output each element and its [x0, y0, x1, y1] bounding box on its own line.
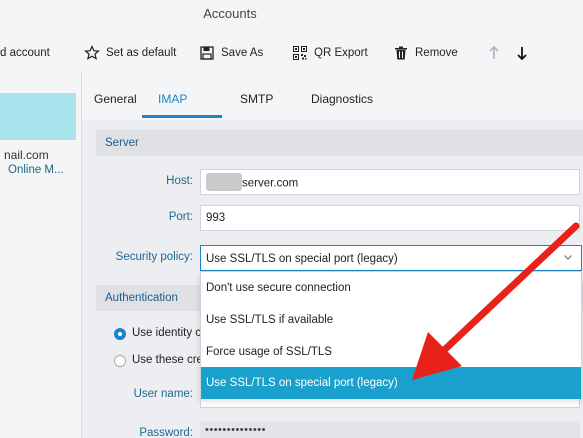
- arrow-down-icon: [517, 47, 527, 61]
- use-credentials-label[interactable]: Use these cre: [132, 354, 203, 366]
- security-policy-select[interactable]: Use SSL/TLS on special port (legacy): [200, 245, 582, 271]
- account-subtitle[interactable]: Online M...: [8, 164, 64, 176]
- account-email[interactable]: nail.com: [4, 148, 49, 162]
- security-policy-label: Security policy:: [115, 251, 193, 263]
- active-tab-indicator: [142, 115, 222, 118]
- remove-button[interactable]: Remove: [393, 44, 458, 62]
- authentication-section-title: Authentication: [105, 292, 178, 304]
- remove-label: Remove: [415, 47, 458, 59]
- host-value: server.com: [242, 177, 299, 190]
- star-icon: [84, 45, 100, 60]
- security-option-legacy-selected[interactable]: Use SSL/TLS on special port (legacy): [201, 367, 581, 399]
- security-policy-value: Use SSL/TLS on special port (legacy): [206, 253, 398, 265]
- tab-smtp[interactable]: SMTP: [240, 92, 273, 106]
- redacted-host-prefix: [206, 173, 242, 191]
- save-icon: [200, 46, 214, 60]
- server-section-header: Server: [96, 130, 583, 156]
- account-list-item-selected[interactable]: [0, 93, 76, 140]
- toolbar: d account Set as default Save As QR Expo…: [0, 38, 583, 68]
- account-list: nail.com Online M...: [0, 80, 80, 438]
- set-default-button[interactable]: Set as default: [84, 44, 176, 62]
- password-field[interactable]: ••••••••••••••: [200, 421, 580, 438]
- use-identity-radio[interactable]: [114, 328, 126, 340]
- tab-general[interactable]: General: [94, 92, 137, 106]
- host-label: Host:: [166, 175, 193, 187]
- server-section-title: Server: [105, 137, 139, 149]
- security-option-if-available[interactable]: Use SSL/TLS if available: [201, 304, 581, 336]
- arrow-up-icon: [489, 45, 499, 59]
- tab-diagnostics[interactable]: Diagnostics: [311, 92, 373, 106]
- save-as-button[interactable]: Save As: [199, 44, 263, 62]
- password-label: Password:: [139, 427, 193, 438]
- move-down-button[interactable]: [514, 44, 536, 62]
- window-title: Accounts: [203, 6, 257, 21]
- use-credentials-radio[interactable]: [114, 355, 126, 367]
- tab-imap[interactable]: IMAP: [158, 92, 187, 106]
- move-up-button[interactable]: [486, 44, 508, 62]
- imap-settings-panel: Server Host: server.com Port: 993 Securi…: [82, 120, 583, 438]
- qr-export-button[interactable]: QR Export: [292, 44, 368, 62]
- add-account-label: d account: [0, 47, 50, 59]
- use-identity-label[interactable]: Use identity c: [132, 327, 201, 339]
- port-label: Port:: [168, 211, 193, 223]
- tab-bar: General IMAP SMTP Diagnostics: [82, 80, 583, 120]
- set-default-label: Set as default: [106, 47, 177, 59]
- save-as-label: Save As: [221, 47, 264, 59]
- add-account-button[interactable]: d account: [0, 44, 50, 62]
- security-option-none[interactable]: Don't use secure connection: [201, 272, 581, 304]
- qr-export-label: QR Export: [314, 47, 368, 59]
- user-name-label: User name:: [133, 388, 193, 400]
- trash-icon: [395, 46, 407, 60]
- chevron-down-icon: [564, 255, 572, 260]
- qr-code-icon: [293, 46, 307, 60]
- port-field[interactable]: 993: [200, 205, 580, 231]
- security-policy-dropdown: Don't use secure connection Use SSL/TLS …: [200, 271, 582, 399]
- security-option-force[interactable]: Force usage of SSL/TLS: [201, 336, 581, 368]
- host-field[interactable]: server.com: [200, 169, 580, 195]
